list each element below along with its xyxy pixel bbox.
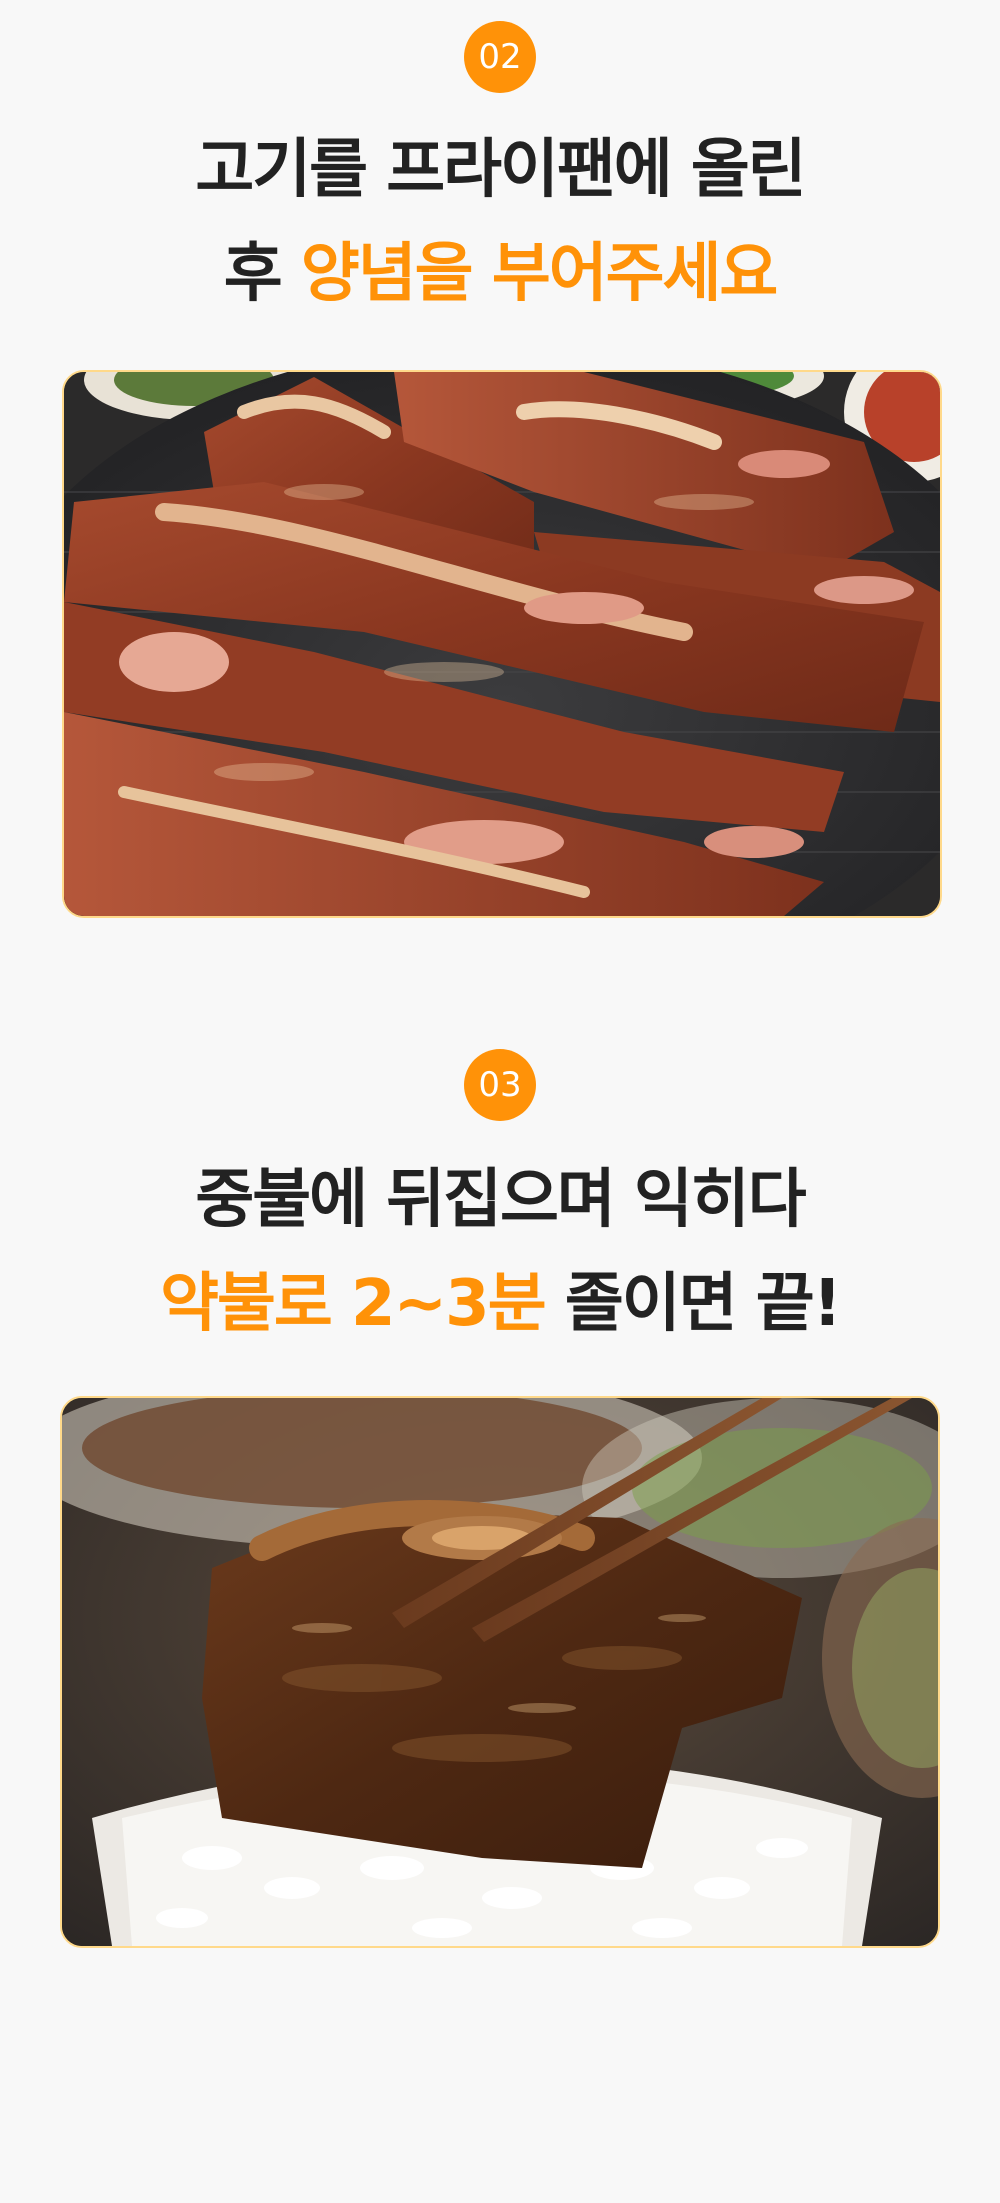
step-2-heading: 고기를 프라이팬에 올린 후 양념을 부어주세요: [0, 118, 1000, 326]
step-2-section: 02 고기를 프라이팬에 올린 후 양념을 부어주세요: [0, 0, 1000, 930]
step-3-heading: 중불에 뒤집으며 익히다 약불로 2~3분 졸이면 끝!: [0, 1148, 1000, 1356]
grill-pan-ribs-illustration: [64, 372, 940, 916]
heading-line-2: 약불로 2~3분 졸이면 끝!: [0, 1252, 1000, 1356]
heading-line-1: 고기를 프라이팬에 올린: [195, 133, 806, 207]
heading-line-2: 후 양념을 부어주세요: [0, 222, 1000, 326]
heading-line-1: 중불에 뒤집으며 익히다: [195, 1163, 806, 1237]
rice-bowl-galbi-illustration: [62, 1398, 938, 1946]
step-number-badge: 02: [464, 21, 536, 93]
step-3-section: 03 중불에 뒤집으며 익히다 약불로 2~3분 졸이면 끝!: [0, 1030, 1000, 2000]
heading-accent-text: 양념을 부어주세요: [300, 237, 778, 311]
heading-plain-text: 졸이면 끝!: [544, 1267, 842, 1341]
grill-pan-ribs-photo: [62, 370, 942, 918]
heading-accent-text: 약불로 2~3분: [160, 1267, 546, 1341]
heading-plain-text: 후: [223, 237, 301, 311]
rice-bowl-galbi-photo: [60, 1396, 940, 1948]
step-number-badge: 03: [464, 1049, 536, 1121]
